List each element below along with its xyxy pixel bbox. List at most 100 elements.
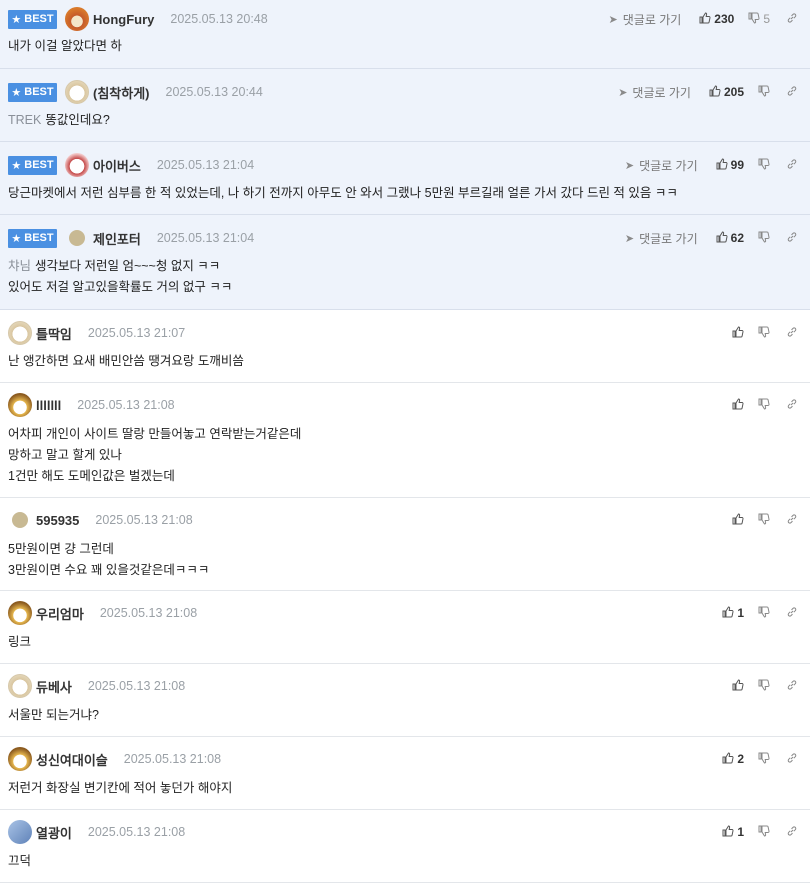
- go-to-reply-link[interactable]: ➤ 댓글로 가기: [618, 84, 691, 101]
- upvote-button[interactable]: [732, 512, 744, 528]
- comment-text: 3만원이면 수요 꽤 있을것같은데ㅋㅋㅋ: [8, 563, 210, 577]
- downvote-button[interactable]: 5: [748, 12, 770, 27]
- dog-avatar[interactable]: [65, 80, 89, 104]
- comment-body: 끄덕: [8, 851, 31, 872]
- share-link-button[interactable]: [786, 679, 798, 694]
- star-icon: ★: [11, 232, 22, 245]
- share-link-button[interactable]: [786, 231, 798, 246]
- comment-date: 2025.05.13 21:08: [99, 606, 198, 620]
- share-link-button[interactable]: [786, 606, 798, 621]
- comment-text: 링크: [8, 635, 32, 649]
- share-link-button[interactable]: [786, 825, 798, 840]
- best-label: BEST: [24, 13, 54, 25]
- upvote-button[interactable]: [732, 678, 744, 694]
- author-name[interactable]: 제인포터: [93, 229, 141, 248]
- share-link-button[interactable]: [786, 513, 798, 528]
- fox-avatar[interactable]: [8, 393, 32, 417]
- author-name[interactable]: lllllll: [36, 398, 61, 413]
- author-name[interactable]: 듀베사: [36, 677, 72, 696]
- upvote-button[interactable]: 62: [716, 230, 744, 246]
- author-name[interactable]: 아이버스: [93, 156, 141, 175]
- best-label: BEST: [24, 86, 54, 98]
- comment-line: 어차피 개인이 사이트 딸랑 만들어놓고 연락받는거같은데: [8, 424, 301, 445]
- comment-date: 2025.05.13 20:44: [165, 85, 263, 99]
- share-link-button[interactable]: [786, 398, 798, 413]
- mention-tag[interactable]: TREK: [8, 113, 41, 127]
- downvote-count: 5: [763, 12, 770, 26]
- downvote-button[interactable]: [758, 231, 770, 246]
- thumbs-up-icon: [722, 824, 734, 840]
- fury-avatar[interactable]: [65, 7, 89, 31]
- downvote-button[interactable]: [758, 606, 770, 621]
- share-link-button[interactable]: [786, 85, 798, 100]
- go-to-reply-link[interactable]: ➤ 댓글로 가기: [609, 11, 682, 28]
- share-link-button[interactable]: [786, 158, 798, 173]
- comment-date: 2025.05.13 21:04: [156, 231, 255, 245]
- comment-line: 링크: [8, 632, 31, 653]
- downvote-button[interactable]: [758, 398, 770, 413]
- downvote-button[interactable]: [758, 513, 770, 528]
- comment: 듀베사 2025.05.13 21:08 서울만 되는거냐?: [0, 664, 810, 737]
- link-icon: [786, 158, 798, 173]
- comment: lllllll 2025.05.13 21:08 어차피 개인이 사이트 딸랑 만들…: [0, 383, 810, 498]
- upvote-button[interactable]: 99: [716, 157, 744, 173]
- author-name[interactable]: 595935: [36, 513, 79, 528]
- thumbs-down-icon: [758, 85, 770, 100]
- best-badge: ★ BEST: [8, 82, 57, 102]
- go-to-reply-link[interactable]: ➤ 댓글로 가기: [625, 230, 698, 247]
- comment-text: 서울만 되는거냐?: [8, 708, 99, 722]
- link-icon: [786, 825, 798, 840]
- comment-body: 5만원이면 걍 그런데 3만원이면 수요 꽤 있을것같은데ㅋㅋㅋ: [8, 539, 209, 581]
- go-to-reply-link[interactable]: ➤ 댓글로 가기: [625, 157, 698, 174]
- blue-avatar[interactable]: [8, 820, 32, 844]
- upvote-button[interactable]: 230: [699, 11, 734, 27]
- plain-avatar[interactable]: [12, 512, 28, 528]
- link-icon: [786, 398, 798, 413]
- fox-avatar[interactable]: [8, 747, 32, 771]
- upvote-button[interactable]: [732, 325, 744, 341]
- author-name[interactable]: 열광이: [36, 823, 72, 842]
- comment-body: 링크: [8, 632, 31, 653]
- downvote-button[interactable]: [758, 85, 770, 100]
- upvote-button[interactable]: 205: [709, 84, 744, 100]
- downvote-button[interactable]: [758, 679, 770, 694]
- comment-line: 난 앵간하면 요새 배민안씀 땡겨요랑 도깨비씀: [8, 351, 244, 372]
- comment: 틀딱임 2025.05.13 21:07 난 앵간하면 요새 배민안씀 땡겨요랑 도…: [0, 310, 810, 383]
- downvote-button[interactable]: [758, 158, 770, 173]
- comment-line: 당근마켓에서 저런 심부름 한 적 있었는데, 나 하기 전까지 아무도 안 와…: [8, 183, 678, 204]
- upvote-button[interactable]: 2: [722, 751, 744, 767]
- upvote-button[interactable]: [732, 397, 744, 413]
- comment-date: 2025.05.13 21:08: [95, 513, 193, 527]
- thumbs-down-icon: [758, 606, 770, 621]
- comment-body: 서울만 되는거냐?: [8, 705, 99, 726]
- comment-date: 2025.05.13 21:04: [156, 158, 255, 172]
- share-link-button[interactable]: [786, 326, 798, 341]
- send-arrow-icon: ➤: [618, 86, 628, 99]
- dog-avatar[interactable]: [8, 674, 32, 698]
- downvote-button[interactable]: [758, 825, 770, 840]
- upvote-count: 1: [737, 606, 744, 620]
- upvote-count: 99: [730, 158, 744, 172]
- comment-text: 난 앵간하면 요새 배민안씀 땡겨요랑 도깨비씀: [8, 354, 244, 368]
- reply-label: 댓글로 가기: [622, 12, 682, 27]
- downvote-button[interactable]: [758, 752, 770, 767]
- comment-line: 3만원이면 수요 꽤 있을것같은데ㅋㅋㅋ: [8, 560, 209, 581]
- downvote-button[interactable]: [758, 326, 770, 341]
- author-name[interactable]: 우리엄마: [36, 604, 84, 623]
- dog-avatar[interactable]: [8, 321, 32, 345]
- author-name[interactable]: 틀딱임: [36, 324, 72, 343]
- upvote-button[interactable]: 1: [722, 824, 744, 840]
- plain-avatar[interactable]: [69, 230, 85, 246]
- thumbs-up-icon: [732, 678, 744, 694]
- author-name[interactable]: HongFury: [93, 12, 154, 27]
- upvote-button[interactable]: 1: [722, 605, 744, 621]
- share-link-button[interactable]: [786, 752, 798, 767]
- share-link-button[interactable]: [786, 12, 798, 27]
- mention-tag[interactable]: 챠님: [8, 259, 31, 273]
- comment-date: 2025.05.13 21:08: [77, 398, 175, 412]
- comment-text: 5만원이면 걍 그런데: [8, 542, 114, 556]
- dog2-avatar[interactable]: [65, 153, 89, 177]
- author-name[interactable]: 성신여대이슬: [36, 750, 108, 769]
- fox-avatar[interactable]: [8, 601, 32, 625]
- author-name[interactable]: (침착하게): [93, 83, 150, 102]
